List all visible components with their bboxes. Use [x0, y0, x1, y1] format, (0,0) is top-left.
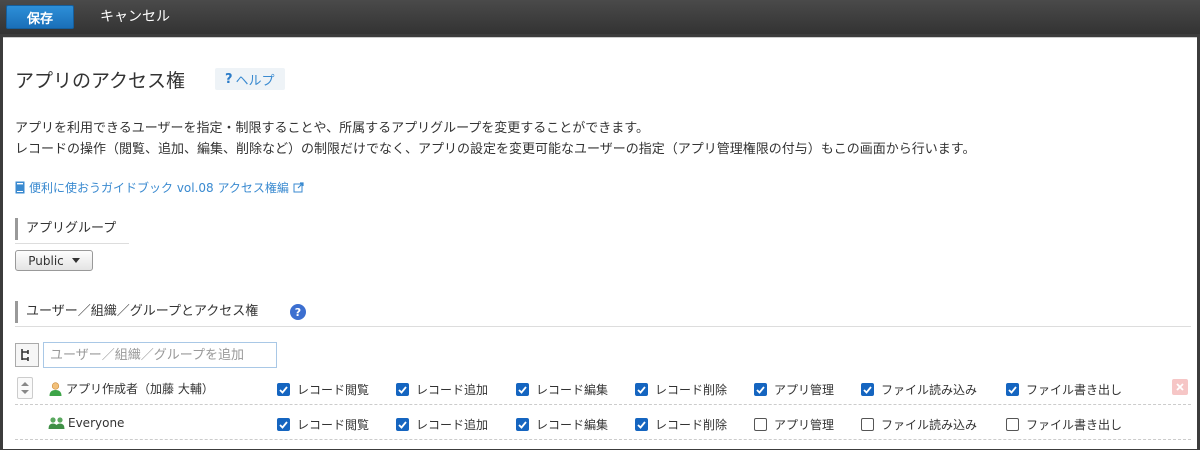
delete-row-button[interactable] — [1172, 379, 1188, 395]
perm-record-add[interactable]: レコード追加 — [396, 416, 488, 433]
question-icon: ? — [225, 71, 233, 87]
perm-file-import[interactable]: ファイル読み込み — [861, 381, 977, 398]
perm-label: レコード閲覧 — [297, 383, 370, 397]
perm-label: レコード追加 — [416, 418, 489, 432]
checkbox-checked[interactable] — [1006, 383, 1019, 396]
checkbox-checked[interactable] — [277, 383, 290, 396]
guidebook-link-label: 便利に使おうガイドブック vol.08 アクセス権編 — [29, 181, 289, 195]
caret-down-icon — [71, 257, 80, 263]
checkbox-checked[interactable] — [861, 383, 874, 396]
checkbox-checked[interactable] — [635, 418, 648, 431]
perm-label: レコード追加 — [416, 383, 489, 397]
perm-label: ファイル読み込み — [881, 383, 978, 397]
org-tree-button[interactable] — [15, 343, 39, 367]
perm-record-view[interactable]: レコード閲覧 — [277, 416, 369, 433]
checkbox-checked[interactable] — [277, 418, 290, 431]
description-line-2: レコードの操作（閲覧、追加、編集、削除など）の制限だけでなく、アプリの設定を変更… — [15, 142, 976, 157]
add-entity-input[interactable] — [43, 342, 277, 368]
perm-record-add[interactable]: レコード追加 — [396, 381, 488, 398]
perm-label: レコード閲覧 — [297, 418, 370, 432]
checkbox-checked[interactable] — [396, 383, 409, 396]
perm-record-delete[interactable]: レコード削除 — [635, 416, 727, 433]
perm-app-manage[interactable]: アプリ管理 — [754, 381, 834, 398]
perm-label: アプリ管理 — [774, 418, 835, 432]
app-group-select[interactable]: Public — [15, 250, 93, 271]
perm-label: ファイル書き出し — [1026, 383, 1123, 397]
permission-row: アプリ作成者（加藤 大輔） レコード閲覧 レコード追加 レコード編集 レコード削… — [15, 373, 1191, 405]
sort-handle[interactable] — [17, 377, 33, 399]
perm-label: レコード削除 — [655, 383, 728, 397]
perm-record-edit[interactable]: レコード編集 — [516, 416, 608, 433]
entity-name: アプリ作成者（加藤 大輔） — [48, 380, 214, 397]
app-group-heading: アプリグループ — [15, 218, 116, 240]
perm-label: ファイル書き出し — [1026, 418, 1123, 432]
app-group-selected: Public — [28, 253, 64, 268]
group-icon — [48, 417, 65, 429]
entity-name-label: アプリ作成者（加藤 大輔） — [66, 382, 214, 396]
checkbox-checked[interactable] — [516, 383, 529, 396]
access-settings-panel: アプリのアクセス権 ? ヘルプ アプリを利用できるユーザーを指定・制限することや… — [3, 37, 1197, 449]
perm-label: レコード編集 — [536, 383, 609, 397]
perm-record-edit[interactable]: レコード編集 — [516, 381, 608, 398]
perm-label: ファイル読み込み — [881, 418, 978, 432]
checkbox-checked[interactable] — [635, 383, 648, 396]
permission-row: Everyone レコード閲覧 レコード追加 レコード編集 レコード削除 アプリ… — [15, 408, 1191, 440]
perm-label: アプリ管理 — [774, 383, 835, 397]
checkbox-unchecked[interactable] — [754, 418, 767, 431]
save-button[interactable]: 保存 — [6, 5, 74, 29]
sort-arrows-icon — [21, 382, 29, 394]
access-heading: ユーザー／組織／グループとアクセス権 — [15, 301, 258, 323]
perm-file-export[interactable]: ファイル書き出し — [1006, 416, 1122, 433]
perm-label: レコード削除 — [655, 418, 728, 432]
tree-icon — [21, 349, 29, 361]
help-button[interactable]: ? ヘルプ — [215, 68, 285, 90]
checkbox-checked[interactable] — [516, 418, 529, 431]
checkbox-checked[interactable] — [754, 383, 767, 396]
help-label: ヘルプ — [235, 73, 275, 89]
entity-name-label: Everyone — [68, 415, 125, 430]
perm-record-view[interactable]: レコード閲覧 — [277, 381, 369, 398]
entity-name: Everyone — [48, 415, 124, 430]
perm-app-manage[interactable]: アプリ管理 — [754, 416, 834, 433]
guidebook-link[interactable]: 便利に使おうガイドブック vol.08 アクセス権編 — [15, 179, 304, 196]
divider — [15, 326, 1191, 327]
external-link-icon — [293, 182, 304, 193]
access-help-icon[interactable]: ? — [290, 304, 306, 320]
checkbox-checked[interactable] — [396, 418, 409, 431]
book-icon — [15, 181, 25, 194]
description-line-1: アプリを利用できるユーザーを指定・制限することや、所属するアプリグループを変更す… — [15, 121, 650, 136]
perm-record-delete[interactable]: レコード削除 — [635, 381, 727, 398]
checkbox-unchecked[interactable] — [861, 418, 874, 431]
divider — [15, 243, 129, 244]
perm-file-import[interactable]: ファイル読み込み — [861, 416, 977, 433]
user-icon — [49, 382, 62, 396]
checkbox-unchecked[interactable] — [1006, 418, 1019, 431]
cancel-button[interactable]: キャンセル — [100, 6, 170, 28]
top-toolbar: 保存 キャンセル — [0, 0, 1200, 34]
page-title: アプリのアクセス権 — [15, 70, 186, 92]
perm-file-export[interactable]: ファイル書き出し — [1006, 381, 1122, 398]
perm-label: レコード編集 — [536, 418, 609, 432]
close-icon — [1176, 383, 1184, 391]
